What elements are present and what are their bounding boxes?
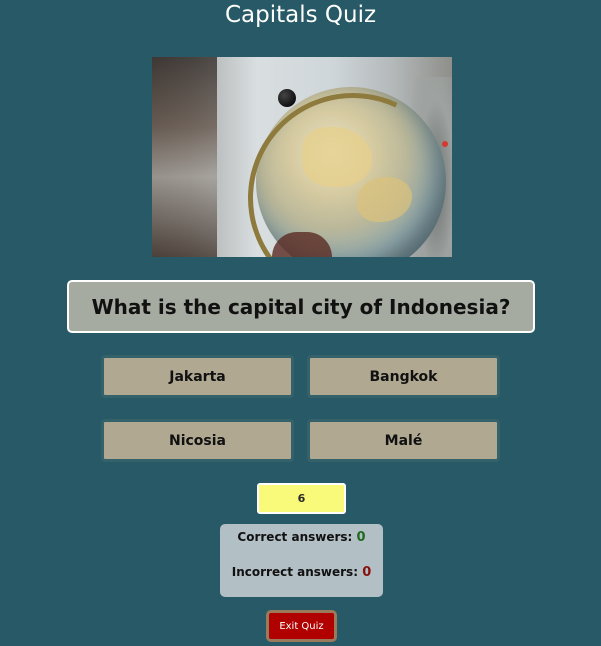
question-text: What is the capital city of Indonesia? xyxy=(91,294,511,319)
correct-answers-count: 0 xyxy=(356,530,366,545)
incorrect-answers-label: Incorrect answers: xyxy=(231,565,358,579)
answer-button-male[interactable]: Malé xyxy=(307,419,500,462)
globe-marker xyxy=(442,141,448,147)
answer-button-nicosia[interactable]: Nicosia xyxy=(101,419,294,462)
countdown-timer: 6 xyxy=(257,483,346,514)
globe-knob xyxy=(278,89,296,107)
answer-button-jakarta[interactable]: Jakarta xyxy=(101,355,294,398)
globe-image xyxy=(152,57,452,257)
question-box: What is the capital city of Indonesia? xyxy=(67,280,535,333)
correct-answers-row: Correct answers: 0 xyxy=(220,530,383,545)
photo-background-left xyxy=(152,57,217,257)
correct-answers-label: Correct answers: xyxy=(237,530,353,544)
score-panel: Correct answers: 0 Incorrect answers: 0 xyxy=(220,524,383,597)
answer-button-bangkok[interactable]: Bangkok xyxy=(307,355,500,398)
incorrect-answers-row: Incorrect answers: 0 xyxy=(220,565,383,580)
incorrect-answers-count: 0 xyxy=(362,565,372,580)
exit-quiz-button[interactable]: Exit Quiz xyxy=(266,610,337,642)
app-title: Capitals Quiz xyxy=(224,2,377,28)
